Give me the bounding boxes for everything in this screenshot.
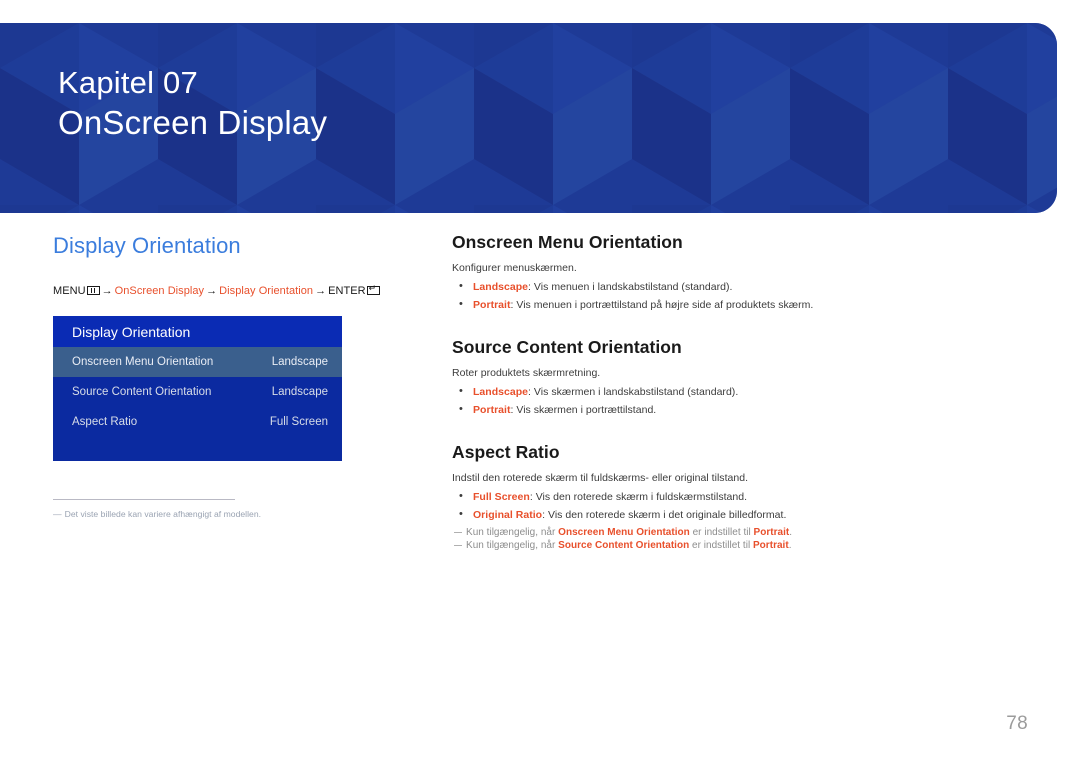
section-onscreen-menu-orientation: Onscreen Menu Orientation Konfigurer men… (452, 232, 922, 311)
footnote-dash: ― (53, 509, 62, 519)
osd-row-label: Source Content Orientation (72, 386, 212, 398)
section-intro: Roter produktets skærmretning. (452, 367, 601, 379)
chapter-number: Kapitel 07 (58, 65, 198, 100)
bullet-text: : Vis den roterede skærm i det originale… (542, 509, 787, 521)
list-item: Original Ratio: Vis den roterede skærm i… (452, 508, 922, 521)
bullet-text: : Vis den roterede skærm i fuldskærmstil… (529, 491, 748, 503)
bullet-term: Full Screen (473, 491, 530, 503)
note-prefix: Kun tilgængelig, når (466, 527, 559, 538)
list-item: Landscape: Vis menuen i landskabstilstan… (452, 280, 922, 293)
note-prefix: Kun tilgængelig, når (466, 540, 559, 551)
bullet-text: : Vis menuen i portrættilstand på højre … (510, 299, 814, 311)
list-item: Full Screen: Vis den roterede skærm i fu… (452, 490, 922, 503)
note-middle: er indstillet til (689, 540, 753, 551)
osd-row-label: Aspect Ratio (72, 416, 138, 428)
aspect-ratio-note-1: Kun tilgængelig, når Onscreen Menu Orien… (452, 527, 922, 538)
osd-row-value: Landscape (271, 356, 328, 368)
list-item: Portrait: Vis skærmen i portrættilstand. (452, 403, 922, 416)
breadcrumb-enter-label: ENTER (328, 285, 366, 297)
bullet-term: Landscape (473, 386, 529, 398)
breadcrumb-link-onscreen-display[interactable]: OnScreen Display (115, 285, 204, 297)
osd-row-aspect-ratio[interactable]: Aspect Ratio Full Screen (53, 407, 342, 437)
breadcrumb-arrow-1: → (101, 285, 113, 297)
note-suffix: . (789, 527, 793, 538)
osd-row-onscreen-menu-orientation[interactable]: Onscreen Menu Orientation Landscape (53, 347, 342, 377)
bullet-term: Landscape (473, 281, 529, 293)
footnote-divider (53, 499, 235, 500)
page-number: 78 (1006, 713, 1028, 734)
breadcrumb-arrow-3: → (315, 285, 327, 297)
enter-return-icon (366, 284, 380, 295)
osd-row-source-content-orientation[interactable]: Source Content Orientation Landscape (53, 377, 342, 407)
breadcrumb-link-display-orientation[interactable]: Display Orientation (219, 285, 313, 297)
note-term: Onscreen Menu Orientation (558, 527, 690, 538)
section-source-content-orientation: Source Content Orientation Roter produkt… (452, 337, 922, 416)
osd-row-label: Onscreen Menu Orientation (72, 356, 214, 368)
breadcrumb-menu-label: MENU (53, 285, 86, 297)
section-title: Source Content Orientation (452, 337, 682, 357)
note-middle: er indstillet til (689, 527, 754, 538)
left-column: Display Orientation MENU → OnScreen Displa… (53, 233, 413, 519)
chapter-title: OnScreen Display (58, 103, 328, 141)
footnote-body: Det viste billede kan variere afhængigt … (64, 509, 262, 519)
bullet-term: Original Ratio (473, 509, 543, 521)
note-suffix: . (788, 540, 792, 551)
bullet-term: Portrait (473, 404, 511, 416)
banner-heading: Kapitel 07 OnScreen Display (58, 65, 327, 142)
osd-row-value: Full Screen (269, 416, 328, 428)
breadcrumb-arrow-2: → (206, 285, 218, 297)
section-title: Aspect Ratio (452, 442, 560, 462)
list-item: Portrait: Vis menuen i portrættilstand p… (452, 298, 922, 311)
section-title: Onscreen Menu Orientation (452, 232, 683, 252)
chapter-banner: Kapitel 07 OnScreen Display (0, 23, 1057, 213)
section-bullet-list: Landscape: Vis skærmen i landskabstilsta… (452, 385, 922, 416)
osd-row-value: Landscape (271, 386, 328, 398)
aspect-ratio-note-2: Kun tilgængelig, når Source Content Orie… (452, 540, 922, 551)
bullet-term: Portrait (473, 299, 511, 311)
bullet-text: : Vis skærmen i landskabstilstand (stand… (528, 386, 739, 398)
note-term-2: Portrait (752, 540, 789, 551)
note-term: Source Content Orientation (558, 540, 690, 551)
list-item: Landscape: Vis skærmen i landskabstilsta… (452, 385, 922, 398)
osd-menu-mock: Display Orientation Onscreen Menu Orient… (53, 316, 342, 461)
section-aspect-ratio: Aspect Ratio Indstil den roterede skærm … (452, 442, 922, 551)
menu-bars-icon (86, 286, 100, 295)
bullet-text: : Vis skærmen i portrættilstand. (510, 404, 657, 416)
section-bullet-list: Landscape: Vis menuen i landskabstilstan… (452, 280, 922, 311)
section-intro: Konfigurer menuskærmen. (452, 262, 577, 274)
left-footnote: ― Det viste billede kan variere afhængigt… (53, 499, 261, 519)
page-title: Display Orientation (53, 233, 241, 258)
breadcrumb: MENU → OnScreen Display → Display Orientatio… (53, 284, 413, 297)
right-column: Onscreen Menu Orientation Konfigurer men… (452, 232, 922, 551)
bullet-text: : Vis menuen i landskabstilstand (standa… (528, 281, 733, 293)
note-term-2: Portrait (753, 527, 790, 538)
footnote-text: ― Det viste billede kan variere afhængigt… (53, 509, 261, 519)
section-intro: Indstil den roterede skærm til fuldskærm… (452, 472, 749, 484)
osd-menu-header: Display Orientation (53, 316, 342, 347)
section-bullet-list: Full Screen: Vis den roterede skærm i fu… (452, 490, 922, 521)
